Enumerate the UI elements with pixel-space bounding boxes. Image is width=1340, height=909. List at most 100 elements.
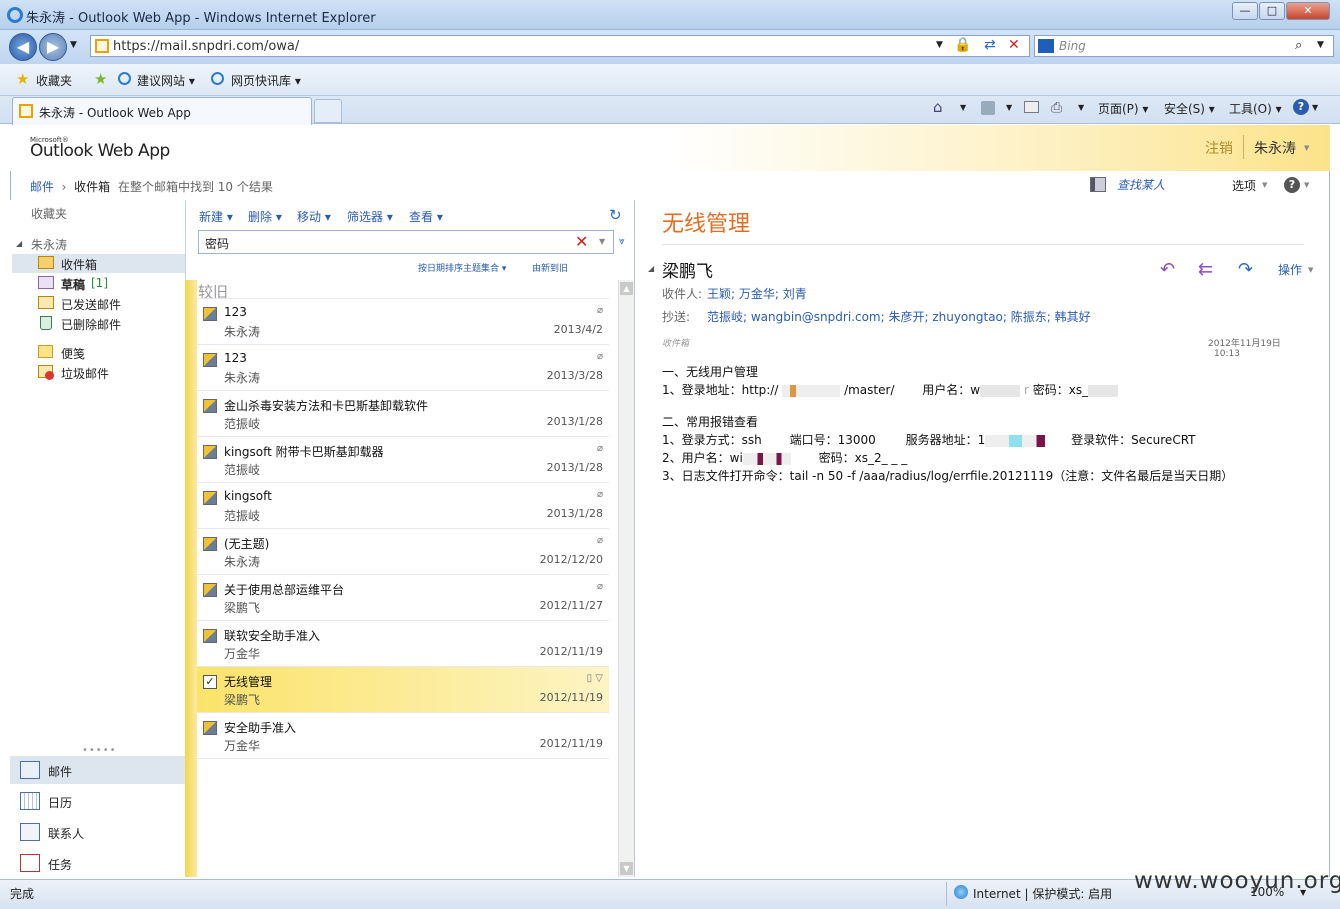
find-people-link[interactable]: 查找某人 xyxy=(1117,176,1165,193)
move-button[interactable]: 移动 ▾ xyxy=(297,208,331,225)
reply-icon[interactable]: ↶ xyxy=(1160,259,1175,280)
sort-menu[interactable]: 按日期排序主题集合 ▾ xyxy=(418,261,506,274)
message-read-icon xyxy=(203,445,217,459)
collapse-header-icon[interactable]: ◢ xyxy=(648,264,654,273)
message-row[interactable]: 123 朱永涛 2013/4/2 ⌀ xyxy=(197,299,609,345)
user-name[interactable]: 朱永涛 xyxy=(1254,138,1296,158)
message-subject: 123 xyxy=(224,305,247,319)
message-date: 2012/11/19 xyxy=(539,737,603,750)
refresh-list-icon[interactable]: ↻ xyxy=(609,206,622,224)
message-read-icon xyxy=(203,721,217,735)
star-icon: ★ xyxy=(16,70,30,88)
actions-menu[interactable]: 操作 xyxy=(1278,261,1302,278)
address-book-icon[interactable] xyxy=(1090,177,1106,192)
print-icon[interactable]: ⎙ xyxy=(1051,100,1062,116)
print-dropdown-icon[interactable]: ▼ xyxy=(1078,103,1084,112)
list-scrollbar[interactable]: ▲ ▼ xyxy=(618,280,634,877)
breadcrumb-separator: › xyxy=(57,180,75,194)
user-dropdown-icon[interactable]: ▼ xyxy=(1304,144,1309,152)
suggested-sites-link[interactable]: 建议网站 ▾ xyxy=(137,72,195,89)
expand-search-icon[interactable]: ⩔ xyxy=(619,236,625,247)
history-dropdown-icon[interactable]: ▼ xyxy=(70,40,77,50)
feeds-icon[interactable] xyxy=(981,101,995,115)
options-menu[interactable]: 选项 xyxy=(1232,177,1256,194)
search-options-icon[interactable]: ▼ xyxy=(599,237,605,246)
to-recipients[interactable]: 王颖; 万金华; 刘青 xyxy=(707,285,807,302)
message-row[interactable]: 关于使用总部运维平台 梁鹏飞 2012/11/27 ⌀ xyxy=(197,575,609,621)
mail-icon[interactable] xyxy=(1024,101,1039,113)
page-menu[interactable]: 页面(P) ▾ xyxy=(1098,100,1148,117)
dropdown-icon[interactable]: ▼ xyxy=(936,40,943,50)
help-icon[interactable]: ? xyxy=(1293,99,1309,115)
view-button[interactable]: 查看 ▾ xyxy=(409,208,443,225)
message-row[interactable]: kingsoft 附带卡巴斯基卸载器 范振岐 2013/1/28 ⌀ xyxy=(197,437,609,483)
forward-icon[interactable]: ↷ xyxy=(1238,259,1253,280)
scroll-up-icon[interactable]: ▲ xyxy=(620,282,633,295)
add-favorite-icon[interactable]: ★ xyxy=(94,70,107,88)
recycle-bin-icon xyxy=(40,316,52,330)
security-zone[interactable]: Internet | 保护模式: 启用 xyxy=(973,885,1112,902)
forward-button[interactable]: ▶ xyxy=(39,33,67,61)
nav-calendar[interactable]: 日历 xyxy=(10,786,185,816)
help-dropdown-icon[interactable]: ▼ xyxy=(1312,103,1318,112)
nav-tasks[interactable]: 任务 xyxy=(10,848,185,878)
search-icon[interactable]: ⌕ xyxy=(1295,38,1302,53)
order-toggle[interactable]: 由新到旧 xyxy=(532,261,568,274)
sender-name[interactable]: 梁鹏飞 xyxy=(662,257,713,282)
filter-button[interactable]: 筛选器 ▾ xyxy=(347,208,393,225)
selected-checkbox-icon[interactable]: ✓ xyxy=(203,675,217,689)
home-icon[interactable]: ⌂ xyxy=(933,98,943,116)
section2-line2: 2、用户名：wi 密码：xs_2_ _ _ xyxy=(662,449,1302,466)
new-button[interactable]: 新建 ▾ xyxy=(199,208,233,225)
clear-search-icon[interactable]: ✕ xyxy=(575,232,588,251)
minimize-button[interactable]: — xyxy=(1232,2,1258,20)
help-dropdown-icon[interactable]: ▼ xyxy=(1304,181,1309,189)
search-placeholder: Bing xyxy=(1059,39,1086,53)
reply-all-icon[interactable]: ⇇ xyxy=(1198,259,1213,280)
owa-help-icon[interactable]: ? xyxy=(1284,177,1300,193)
favorites-header[interactable]: 收藏夹 xyxy=(31,205,67,222)
message-row[interactable]: (无主题) 朱永涛 2012/12/20 ⌀ xyxy=(197,529,609,575)
breadcrumb-mail[interactable]: 邮件 xyxy=(30,180,54,194)
address-bar[interactable]: https://mail.snpdri.com/owa/ ▼ 🔒 ⇄ ✕ xyxy=(90,35,1030,57)
tools-menu[interactable]: 工具(O) ▾ xyxy=(1229,100,1282,117)
web-slice-gallery-link[interactable]: 网页快讯库 ▾ xyxy=(231,72,301,89)
message-row[interactable]: 安全助手准入 万金华 2012/11/19 xyxy=(197,713,609,759)
stop-icon[interactable]: ✕ xyxy=(1008,37,1020,53)
message-date: 2012/11/19 xyxy=(539,645,603,658)
favorites-button[interactable]: 收藏夹 xyxy=(36,72,72,89)
home-dropdown-icon[interactable]: ▼ xyxy=(960,103,966,112)
lock-icon[interactable]: 🔒 xyxy=(954,37,971,53)
actions-dropdown-icon[interactable]: ▼ xyxy=(1308,266,1313,274)
message-row[interactable]: 金山杀毒安装方法和卡巴斯基卸载软件 范振岐 2013/1/28 xyxy=(197,391,609,437)
folder-label: 已发送邮件 xyxy=(61,298,122,312)
message-row[interactable]: kingsoft 范振岐 2013/1/28 ⌀ xyxy=(197,483,609,529)
header-divider xyxy=(1243,135,1244,159)
mailbox-name[interactable]: 朱永涛 xyxy=(31,236,67,253)
search-dropdown-icon[interactable]: ▼ xyxy=(1317,40,1324,50)
maximize-button[interactable]: □ xyxy=(1259,2,1285,20)
message-row[interactable]: ✓ 无线管理 梁鹏飞 2012/11/19 ▯ ▽ xyxy=(197,667,609,713)
nav-mail[interactable]: 邮件 xyxy=(10,755,185,785)
password-label: 密码：xs_ xyxy=(1032,383,1089,397)
close-button[interactable]: ✕ xyxy=(1286,2,1330,20)
options-dropdown-icon[interactable]: ▼ xyxy=(1262,181,1267,189)
mail-search-box[interactable]: 密码 ✕ ▼ xyxy=(198,230,614,254)
message-row[interactable]: 123 朱永涛 2013/3/28 ⌀ xyxy=(197,345,609,391)
new-tab-button[interactable] xyxy=(314,99,342,123)
scroll-down-icon[interactable]: ▼ xyxy=(620,862,633,875)
bing-search-box[interactable]: Bing ⌕ ▼ xyxy=(1034,35,1334,57)
refresh-icon[interactable]: ⇄ xyxy=(984,37,996,53)
search-query: 密码 xyxy=(205,237,230,251)
feeds-dropdown-icon[interactable]: ▼ xyxy=(1006,103,1012,112)
delete-button[interactable]: 删除 ▾ xyxy=(248,208,282,225)
tab-current[interactable]: 朱永涛 - Outlook Web App xyxy=(12,97,312,125)
back-button[interactable]: ◀ xyxy=(9,33,37,61)
cc-recipients[interactable]: 范振岐; wangbin@snpdri.com; 朱彦开; zhuyongtao… xyxy=(707,308,1091,325)
safety-menu[interactable]: 安全(S) ▾ xyxy=(1164,100,1215,117)
signout-link[interactable]: 注销 xyxy=(1205,138,1233,158)
flag-icon[interactable]: ▯ ▽ xyxy=(587,673,603,684)
nav-contacts[interactable]: 联系人 xyxy=(10,817,185,847)
collapse-icon[interactable]: ◢ xyxy=(16,239,22,248)
message-row[interactable]: 联软安全助手准入 万金华 2012/11/19 xyxy=(197,621,609,667)
